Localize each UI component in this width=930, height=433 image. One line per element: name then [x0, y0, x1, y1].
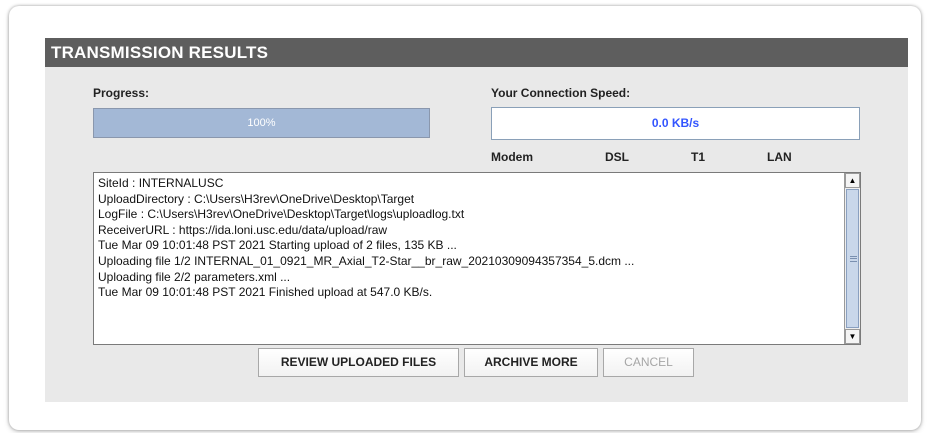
transmission-results-panel: TRANSMISSION RESULTS Progress: 100% Your… — [45, 38, 908, 402]
grip-icon — [850, 255, 857, 262]
progress-percent: 100% — [247, 117, 276, 129]
cancel-button[interactable]: CANCEL — [603, 348, 694, 377]
log-scrollbar[interactable]: ▲ ▼ — [844, 173, 860, 344]
speed-tick-t1: T1 — [691, 150, 706, 164]
connection-speed-label: Your Connection Speed: — [491, 86, 631, 100]
log-line: UploadDirectory : C:\Users\H3rev\OneDriv… — [98, 191, 415, 206]
log-line: SiteId : INTERNALUSC — [98, 176, 224, 190]
scroll-down-icon[interactable]: ▼ — [845, 329, 860, 344]
log-line: Uploading file 2/2 parameters.xml ... — [98, 269, 291, 284]
scroll-thumb[interactable] — [846, 189, 859, 328]
progress-label: Progress: — [93, 86, 150, 100]
connection-speed-display: 0.0 KB/s — [491, 107, 860, 140]
log-line: ReceiverURL : https://ida.loni.usc.edu/d… — [98, 222, 388, 237]
archive-more-button[interactable]: ARCHIVE MORE — [464, 348, 598, 377]
upload-log-area[interactable]: SiteId : INTERNALUSC UploadDirectory : C:… — [93, 172, 861, 345]
log-line: Tue Mar 09 10:01:48 PST 2021 Starting up… — [98, 238, 457, 253]
speed-tick-modem: Modem — [491, 150, 533, 164]
log-line: Uploading file 1/2 INTERNAL_01_0921_MR_A… — [98, 253, 635, 268]
progress-bar: 100% — [93, 108, 430, 138]
review-uploaded-files-button[interactable]: REVIEW UPLOADED FILES — [258, 348, 459, 377]
log-line: Tue Mar 09 10:01:48 PST 2021 Finished up… — [98, 285, 433, 300]
speed-tick-dsl: DSL — [605, 150, 629, 164]
upload-log-text[interactable]: SiteId : INTERNALUSC UploadDirectory : C:… — [94, 173, 843, 344]
scroll-up-icon[interactable]: ▲ — [845, 173, 860, 188]
log-line: LogFile : C:\Users\H3rev\OneDrive\Deskto… — [98, 207, 465, 222]
speed-tick-lan: LAN — [767, 150, 792, 164]
panel-title: TRANSMISSION RESULTS — [45, 38, 908, 67]
